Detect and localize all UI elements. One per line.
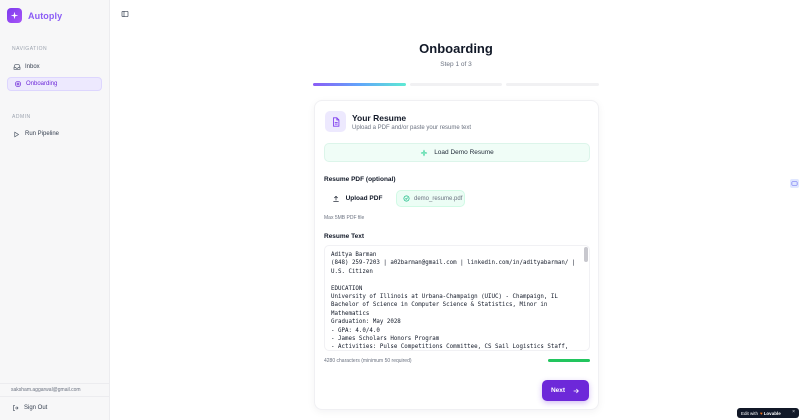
textarea-scrollbar[interactable]: [584, 247, 588, 262]
max-size-hint: Max 5MB PDF file: [324, 215, 365, 221]
next-label: Next: [550, 387, 566, 394]
progress-segment-1: [313, 83, 406, 86]
brand[interactable]: Autoply: [7, 8, 62, 23]
app-name: Autoply: [28, 10, 63, 21]
sidebar-item-onboarding[interactable]: Onboarding: [7, 77, 102, 91]
card-header: Your Resume Upload a PDF and/or paste yo…: [325, 111, 471, 132]
badge-brand: Lovable: [763, 410, 781, 416]
sidebar-item-run-pipeline[interactable]: Run Pipeline: [7, 127, 102, 141]
progress-segment-3: [506, 83, 600, 86]
toggle-sidebar-icon[interactable]: [120, 9, 129, 18]
resume-text-area[interactable]: Aditya Barman (848) 259-7203 | a02barman…: [324, 245, 590, 351]
arrow-right-icon: [572, 387, 580, 395]
character-count: 4280 characters (minimum 50 required): [324, 358, 412, 364]
page-title: Onboarding: [419, 41, 493, 56]
sparkle-logo-icon: [7, 8, 22, 23]
upload-icon: [332, 195, 340, 203]
user-email: saksham.aggarwal@gmail.com: [0, 383, 110, 397]
resume-card: Your Resume Upload a PDF and/or paste yo…: [314, 100, 599, 410]
gear-icon: [13, 80, 22, 89]
inbox-icon: [12, 63, 21, 72]
play-icon: [12, 130, 21, 139]
nav-section-admin: ADMIN: [12, 114, 31, 120]
file-name: demo_resume.pdf: [414, 195, 463, 202]
progress-segment-2: [409, 83, 503, 86]
card-title: Your Resume: [352, 113, 407, 123]
badge-prefix: Edit with: [741, 410, 759, 416]
sign-out-button[interactable]: Sign Out: [12, 404, 47, 412]
edit-with-lovable-badge[interactable]: Edit with ♥ Lovable ×: [737, 408, 799, 418]
sidebar-item-label: Run Pipeline: [25, 131, 60, 137]
step-progress-bar: [313, 83, 600, 86]
sparkle-icon: [420, 149, 428, 157]
heart-icon: ♥: [760, 410, 763, 416]
uploaded-file-chip[interactable]: demo_resume.pdf: [396, 190, 465, 207]
load-demo-resume-button[interactable]: Load Demo Resume: [324, 143, 590, 162]
nav-section-navigation: NAVIGATION: [12, 46, 48, 52]
resume-pdf-label: Resume PDF (optional): [324, 176, 396, 183]
sidebar-item-label: Onboarding: [26, 81, 58, 87]
card-description: Upload a PDF and/or paste your resume te…: [352, 125, 472, 131]
document-icon: [325, 111, 346, 132]
step-indicator: Step 1 of 3: [440, 61, 472, 68]
load-demo-label: Load Demo Resume: [434, 149, 494, 156]
next-button[interactable]: Next: [542, 380, 589, 401]
check-circle-icon: [403, 195, 410, 202]
extension-widget-icon[interactable]: [790, 179, 799, 188]
badge-close-icon[interactable]: ×: [792, 409, 795, 415]
resume-text-label: Resume Text: [324, 233, 364, 240]
sidebar-item-label: Inbox: [25, 64, 40, 70]
logout-icon: [12, 404, 20, 412]
sidebar: Autoply NAVIGATION Inbox Onboarding ADMI…: [0, 0, 110, 420]
sign-out-label: Sign Out: [24, 405, 48, 411]
character-count-bar: [548, 359, 590, 362]
sidebar-item-inbox[interactable]: Inbox: [7, 60, 102, 74]
upload-pdf-button[interactable]: Upload PDF: [324, 189, 390, 208]
upload-pdf-label: Upload PDF: [345, 195, 383, 202]
resume-text-content[interactable]: Aditya Barman (848) 259-7203 | a02barman…: [325, 246, 583, 350]
